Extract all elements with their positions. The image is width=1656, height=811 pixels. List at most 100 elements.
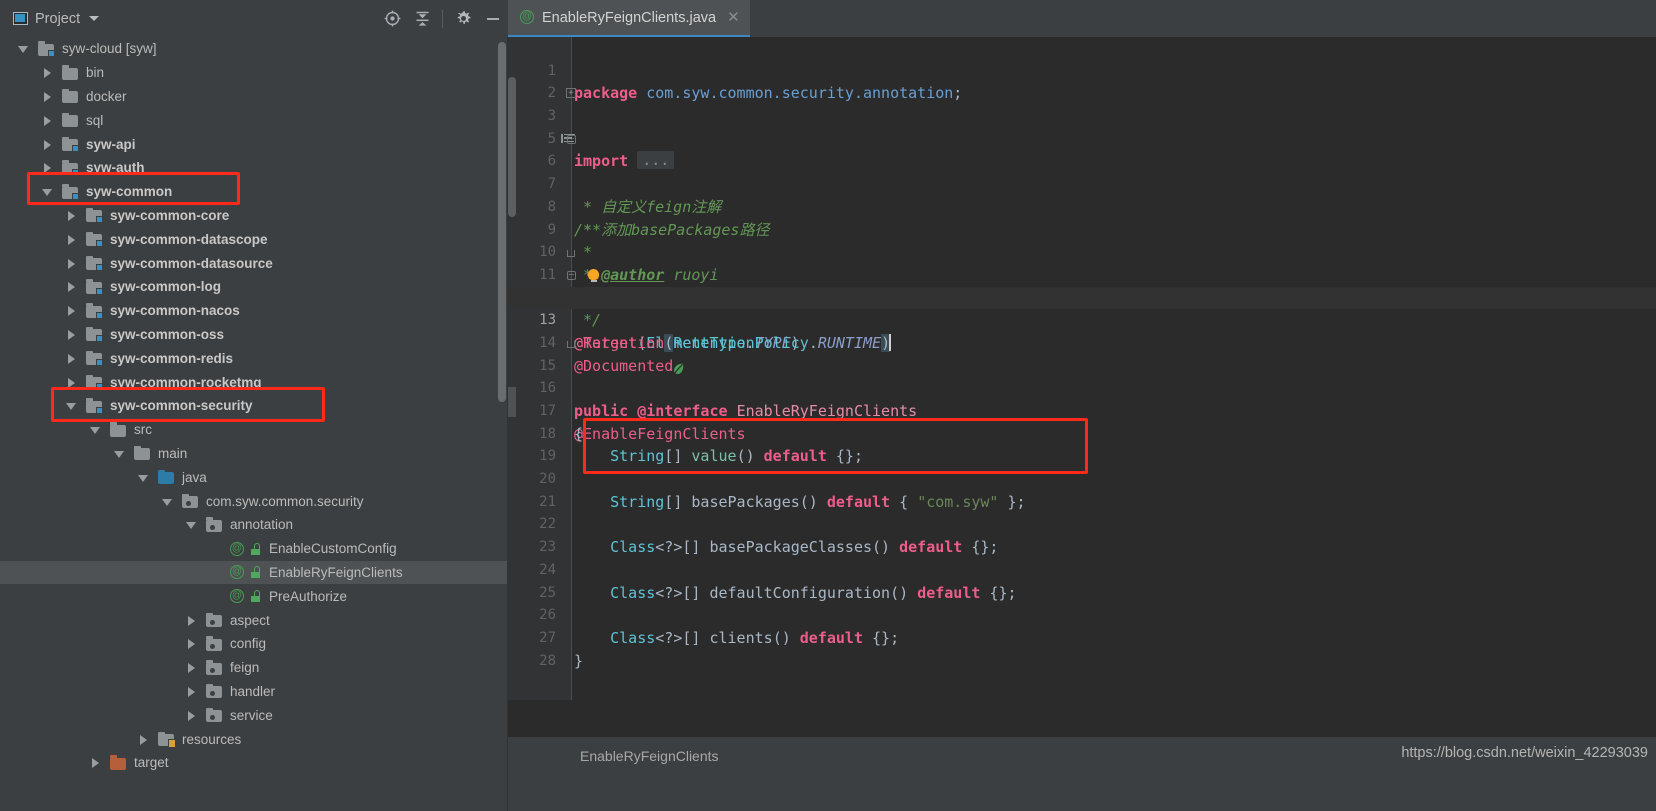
code-line[interactable]: 26 Class<?>[] clients() default {}; (508, 582, 1656, 647)
tree-row[interactable]: syw-common-datasource (0, 251, 508, 275)
tree-row[interactable]: com.syw.common.security (0, 489, 508, 513)
code-line[interactable]: 3 + import ... (508, 82, 1656, 170)
tree-row[interactable]: target (0, 751, 508, 775)
chevron-right-icon[interactable] (186, 638, 197, 650)
fold-expand-icon[interactable]: + (566, 88, 577, 99)
tree-row[interactable]: @ PreAuthorize (0, 584, 508, 608)
tree-row[interactable]: java (0, 465, 508, 489)
code-line[interactable]: 5 (508, 105, 1656, 147)
chevron-right-icon[interactable] (186, 615, 197, 626)
code-line[interactable]: 10 * @author ruoyi (508, 219, 1656, 284)
chevron-down-icon[interactable] (138, 472, 149, 483)
code-line[interactable]: 15 @EnableFeignClients (508, 332, 1656, 443)
code-line[interactable]: 7 * 自定义feign注解 (508, 150, 1656, 216)
code-line[interactable]: 17 { (508, 377, 1656, 443)
code-line[interactable]: 11 */ (508, 241, 1656, 329)
project-tool-window-tab[interactable]: Project (0, 0, 100, 37)
chevron-right-icon[interactable] (66, 305, 77, 317)
tree-row[interactable]: syw-common-rocketmq (0, 370, 508, 394)
editor-vertical-scrollbar[interactable] (508, 37, 516, 737)
code-line-current[interactable]: 13 @Retention(RetentionPolicy.RUNTIME) (508, 286, 1656, 352)
chevron-right-icon[interactable] (66, 353, 77, 364)
code-line[interactable]: 18 String[] value() default {}; (508, 400, 1656, 466)
editor-tab-EnableRyFeignClients[interactable]: @ EnableRyFeignClients.java ✕ (508, 0, 750, 37)
chevron-down-icon[interactable] (66, 400, 77, 411)
scrollbar-thumb[interactable] (508, 77, 516, 217)
chevron-down-icon[interactable] (90, 424, 101, 435)
code-line[interactable]: 23 (508, 513, 1656, 555)
chevron-right-icon[interactable] (42, 67, 53, 79)
code-line[interactable]: 12 – @Target(ElementType.TYPE) (508, 264, 1656, 352)
settings-gear-icon[interactable] (448, 0, 478, 37)
project-tree[interactable]: syw-cloud [syw] bin docker sql syw-api syw-au… (0, 37, 508, 811)
chevron-right-icon[interactable] (42, 139, 53, 150)
code-line[interactable]: 19 (508, 423, 1656, 464)
tree-row[interactable]: syw-common-log (0, 275, 508, 299)
chevron-right-icon[interactable] (42, 162, 53, 174)
chevron-down-icon[interactable] (18, 43, 29, 54)
fold-region-end-icon[interactable] (566, 338, 577, 349)
code-line[interactable]: 16 public @interface EnableRyFeignClient… (508, 355, 1656, 420)
code-line[interactable]: 24 Class<?>[] defaultConfiguration() def… (508, 536, 1656, 602)
tree-row[interactable]: syw-common-core (0, 204, 508, 228)
chevron-right-icon[interactable] (66, 234, 77, 245)
tree-row[interactable]: bin (0, 61, 508, 85)
code-editor[interactable]: 1 package com.syw.common.security.annota… (508, 37, 1656, 737)
chevron-right-icon[interactable] (66, 377, 77, 388)
chevron-right-icon[interactable] (138, 734, 149, 745)
tree-row[interactable]: resources (0, 727, 508, 751)
tree-row[interactable]: syw-cloud [syw] (0, 37, 508, 61)
code-line[interactable]: 28 (508, 627, 1656, 669)
code-line[interactable]: 6 – /** (508, 128, 1656, 239)
tree-row[interactable]: aspect (0, 608, 508, 632)
code-line[interactable]: 25 (508, 559, 1656, 601)
code-line[interactable]: 8 * 添加basePackages路径 (508, 173, 1656, 239)
chevron-right-icon[interactable] (66, 281, 77, 293)
tree-row[interactable]: sql (0, 108, 508, 132)
tree-row[interactable]: config (0, 632, 508, 656)
code-content[interactable]: 1 package com.syw.common.security.annota… (508, 37, 1656, 737)
chevron-right-icon[interactable] (66, 258, 77, 269)
fold-collapse-icon[interactable]: – (566, 134, 577, 145)
chevron-down-icon[interactable] (42, 186, 53, 197)
tree-row[interactable]: syw-common-oss (0, 323, 508, 347)
tree-row[interactable]: docker (0, 85, 508, 109)
chevron-right-icon[interactable] (186, 686, 197, 697)
fold-region-end-icon[interactable] (566, 247, 577, 258)
tree-row[interactable]: syw-common-nacos (0, 299, 508, 323)
chevron-right-icon[interactable] (66, 210, 77, 221)
chevron-right-icon[interactable] (42, 91, 53, 102)
hide-panel-icon[interactable] (478, 0, 508, 37)
tree-row[interactable]: syw-api (0, 132, 508, 156)
chevron-right-icon[interactable] (186, 662, 197, 674)
breadcrumb[interactable]: EnableRyFeignClients (580, 748, 719, 764)
intention-bulb-icon[interactable] (588, 268, 599, 282)
tree-row[interactable]: syw-auth (0, 156, 508, 180)
fold-collapse-icon[interactable]: – (566, 270, 577, 281)
tree-row[interactable]: syw-common-redis (0, 346, 508, 370)
tree-row[interactable]: syw-common-datascope (0, 227, 508, 251)
code-line[interactable]: 1 package com.syw.common.security.annota… (508, 37, 1656, 103)
chevron-right-icon[interactable] (90, 757, 101, 769)
chevron-down-icon[interactable] (186, 519, 197, 530)
code-line[interactable]: 22 Class<?>[] basePackageClasses() defau… (508, 491, 1656, 556)
tree-row[interactable]: @ EnableCustomConfig (0, 537, 508, 561)
tree-row[interactable]: handler (0, 680, 508, 704)
tree-row[interactable]: annotation (0, 513, 508, 537)
project-tree-scrollbar[interactable] (498, 42, 506, 402)
locate-in-tree-icon[interactable] (377, 0, 407, 37)
collapse-all-icon[interactable] (407, 0, 437, 37)
chevron-down-icon[interactable] (89, 16, 100, 21)
code-line[interactable]: 27 } (508, 604, 1656, 670)
code-line[interactable]: 9 * (508, 196, 1656, 262)
tree-row[interactable]: syw-common (0, 180, 508, 204)
tree-row[interactable]: src (0, 418, 508, 442)
close-icon[interactable]: ✕ (727, 10, 740, 25)
tree-row[interactable]: feign (0, 656, 508, 680)
code-line-highlighted[interactable]: 20 String[] basePackages() default { "co… (508, 445, 1656, 511)
tree-row[interactable]: main (0, 442, 508, 466)
code-line[interactable]: 2 (508, 60, 1656, 101)
chevron-right-icon[interactable] (186, 710, 197, 721)
chevron-right-icon[interactable] (42, 115, 53, 126)
code-line[interactable]: 14 @Documented (508, 309, 1656, 375)
